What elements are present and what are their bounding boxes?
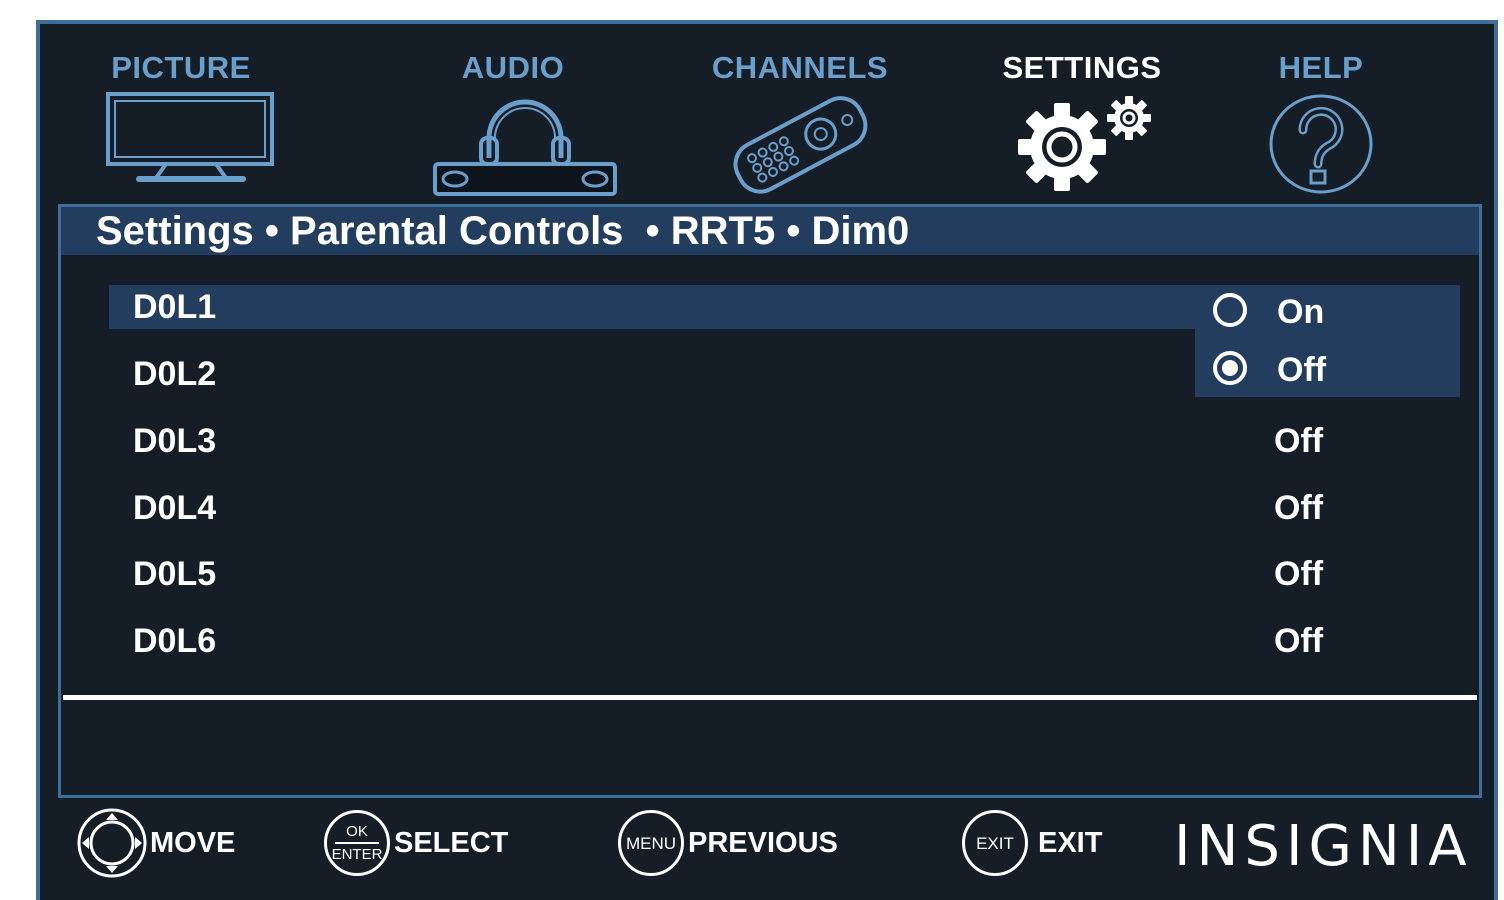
key-divider — [335, 842, 379, 844]
exit-key-icon: EXIT — [962, 810, 1028, 876]
footer-hints: MOVE OK ENTER SELECT MENU PREVIOUS EXIT … — [40, 802, 1494, 892]
divider — [63, 695, 1477, 700]
previous-label: PREVIOUS — [688, 826, 838, 859]
list-item-label: D0L3 — [133, 422, 217, 460]
list-item-d0l6[interactable]: D0L6 Off — [109, 619, 1461, 663]
list-item-label: D0L4 — [133, 489, 217, 527]
gear-icon — [1018, 96, 1151, 191]
help-icon — [1269, 94, 1373, 194]
list-item-value: Off — [1274, 622, 1324, 660]
move-label: MOVE — [150, 826, 236, 859]
tab-channels-label: CHANNELS — [711, 50, 889, 85]
radio-button-selected-icon — [1213, 351, 1247, 385]
tv-menu-screen: PICTURE AUDIO CHANNELS SETTINGS HELP Set… — [36, 20, 1498, 900]
tab-audio[interactable]: AUDIO — [433, 50, 617, 196]
on-off-popup: On Off — [1195, 285, 1460, 397]
tab-channels[interactable]: CHANNELS — [705, 50, 895, 196]
menu-key-icon: MENU — [618, 810, 684, 876]
enter-key-text: ENTER — [331, 846, 383, 863]
select-hint: OK ENTER SELECT — [324, 808, 508, 878]
dpad-icon — [77, 808, 147, 878]
tab-settings[interactable]: SETTINGS — [992, 50, 1172, 192]
ok-enter-key-icon: OK ENTER — [324, 810, 390, 876]
tab-audio-label: AUDIO — [461, 50, 565, 85]
move-hint: MOVE — [76, 808, 235, 878]
tab-help-label: HELP — [1278, 50, 1364, 85]
previous-hint: MENU PREVIOUS — [618, 808, 838, 878]
menu-key-text: MENU — [625, 833, 677, 853]
list-item-label: D0L5 — [133, 555, 217, 593]
menu-panel: Settings • Parental Controls • RRT5 • Di… — [58, 204, 1482, 798]
exit-key-text: EXIT — [976, 833, 1014, 853]
tab-help[interactable]: HELP — [1256, 50, 1386, 196]
exit-hint: EXIT EXIT — [962, 808, 1102, 878]
list-item-value: Off — [1274, 555, 1324, 593]
select-label: SELECT — [394, 826, 509, 859]
list-item-label: D0L2 — [133, 355, 217, 393]
brand-logo: INSIGNIA — [1174, 814, 1473, 879]
list-item-value: Off — [1274, 422, 1324, 460]
breadcrumb: Settings • Parental Controls • RRT5 • Di… — [61, 207, 1479, 255]
list-item-label: D0L1 — [133, 288, 217, 326]
list-item-value: Off — [1274, 489, 1324, 527]
ok-key-text: OK — [346, 823, 368, 840]
list-item-label: D0L6 — [133, 622, 217, 660]
option-label: Off — [1277, 351, 1327, 389]
list-item-d0l1[interactable]: D0L1 — [109, 285, 1199, 329]
exit-label: EXIT — [1038, 826, 1103, 859]
list-item-d0l5[interactable]: D0L5 Off — [109, 552, 1461, 596]
tv-icon — [106, 92, 274, 182]
option-label: On — [1277, 293, 1325, 331]
remote-icon — [733, 96, 868, 194]
headphones-icon — [433, 99, 617, 196]
tab-picture-label: PICTURE — [111, 50, 251, 85]
tab-picture[interactable]: PICTURE — [106, 50, 274, 184]
list-item-d0l3[interactable]: D0L3 Off — [109, 419, 1461, 463]
tab-settings-label: SETTINGS — [1002, 50, 1162, 85]
radio-button-icon — [1213, 293, 1247, 327]
list-item-d0l4[interactable]: D0L4 Off — [109, 486, 1461, 530]
